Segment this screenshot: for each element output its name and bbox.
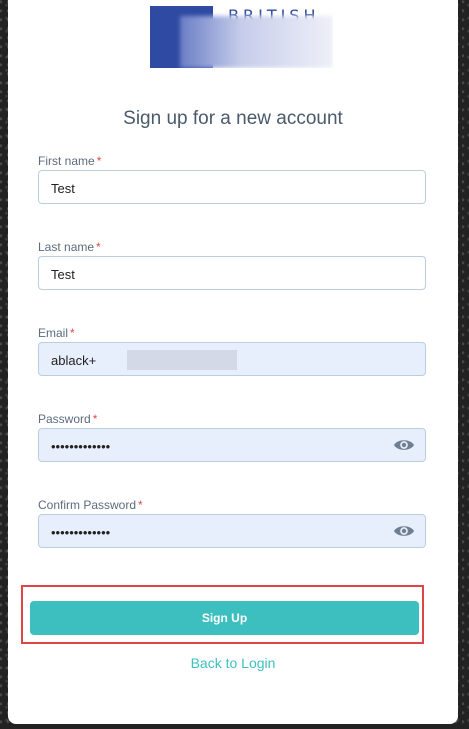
email-label: Email *: [38, 326, 75, 340]
password-label: Password *: [38, 412, 98, 426]
confirm-password-input[interactable]: [49, 515, 383, 549]
page-title: Sign up for a new account: [123, 108, 343, 129]
password-field[interactable]: [38, 428, 426, 463]
eye-icon[interactable]: [393, 523, 415, 539]
brand-logo: BRITISH: [150, 6, 333, 68]
first-name-field[interactable]: [38, 170, 426, 205]
back-to-login-link[interactable]: Back to Login: [8, 655, 458, 671]
last-name-field[interactable]: [38, 256, 426, 291]
last-name-input[interactable]: [49, 257, 383, 291]
required-asterisk: *: [70, 326, 75, 340]
first-name-input[interactable]: [49, 171, 383, 205]
email-field[interactable]: [38, 342, 426, 377]
required-asterisk: *: [92, 412, 98, 426]
eye-icon[interactable]: [393, 437, 415, 453]
required-asterisk: *: [96, 154, 102, 168]
password-input[interactable]: [49, 429, 383, 463]
confirm-password-label: Confirm Password *: [38, 498, 143, 512]
redacted-email-segment: [127, 350, 237, 370]
first-name-label: First name *: [38, 154, 102, 168]
sign-up-button[interactable]: Sign Up: [30, 601, 419, 635]
required-asterisk: *: [96, 240, 101, 254]
confirm-password-field[interactable]: [38, 514, 426, 549]
last-name-label: Last name *: [38, 240, 101, 254]
required-asterisk: *: [138, 498, 143, 512]
